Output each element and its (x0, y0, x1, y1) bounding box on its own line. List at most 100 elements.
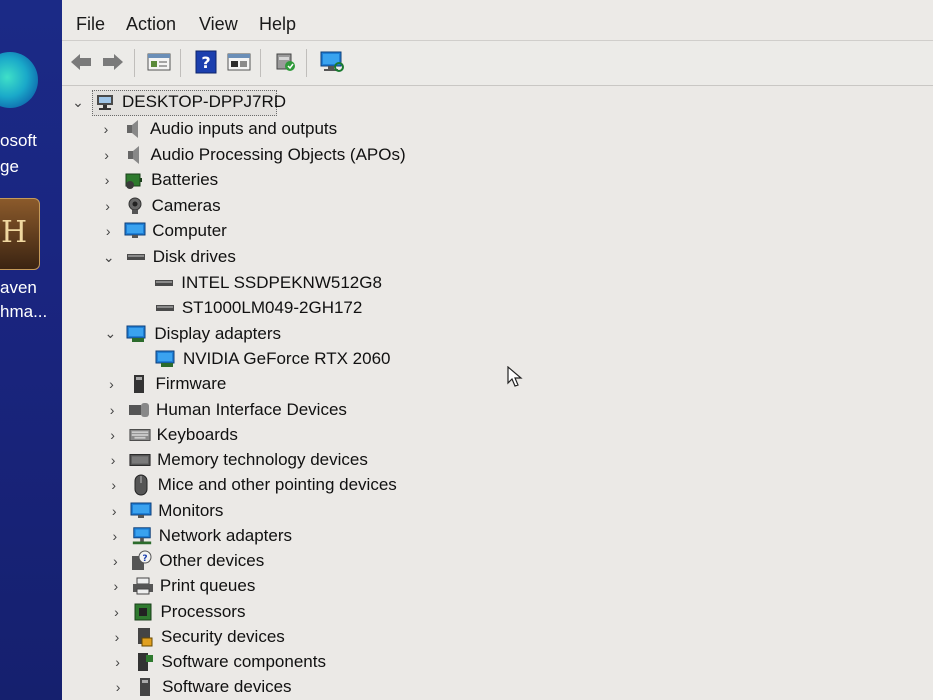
expand-chevron-icon[interactable]: › (105, 452, 121, 468)
memory-icon (129, 450, 151, 470)
expand-chevron-icon[interactable]: › (105, 427, 121, 443)
network-icon (131, 526, 153, 546)
desktop-background: osoft ge H aven hma... (0, 0, 62, 700)
tree-item-label: INTEL SSDPEKNW512G8 (181, 272, 382, 292)
help-icon[interactable]: ? (193, 49, 219, 75)
menu-bar: File Action View Help (62, 0, 933, 41)
tree-item-label: Network adapters (158, 525, 293, 545)
tree-item-label: Display adapters (154, 323, 282, 343)
forward-arrow-icon[interactable] (100, 49, 126, 75)
scan-hardware-icon[interactable] (319, 49, 345, 75)
display-adapter-icon (126, 324, 148, 344)
game-shortcut-icon[interactable]: H (0, 198, 40, 270)
tree-item-label: Memory technology devices (157, 450, 368, 470)
mouse-icon (130, 474, 152, 496)
device-manager-window: File Action View Help ? ⌄ DESKTOP-DPPJ7R… (62, 0, 933, 700)
collapse-chevron-icon[interactable]: ⌄ (70, 94, 86, 111)
desktop-icon-label: hma... (0, 302, 48, 321)
update-driver-icon[interactable] (272, 49, 298, 75)
hid-icon (128, 400, 150, 420)
tree-device-item[interactable]: INTEL SSDPEKNW512G8 (129, 271, 382, 295)
speaker-icon (122, 119, 144, 139)
software-component-icon (134, 652, 156, 672)
tree-category-item[interactable]: › Keyboards (105, 423, 238, 447)
tree-item-label: Software components (161, 652, 326, 672)
expand-chevron-icon[interactable]: › (104, 402, 120, 418)
expand-chevron-icon[interactable]: › (104, 376, 120, 392)
expand-chevron-icon[interactable]: › (99, 147, 115, 163)
security-icon (133, 627, 155, 647)
tree-item-label: Processors (160, 601, 246, 621)
expand-chevron-icon[interactable]: › (107, 553, 123, 569)
toolbar-separator (180, 49, 181, 77)
computer-icon (94, 92, 116, 112)
tree-category-item[interactable]: › Software devices (110, 675, 292, 699)
expand-chevron-icon[interactable]: › (110, 679, 126, 695)
tree-category-item[interactable]: › Processors (108, 600, 245, 624)
tree-category-item[interactable]: › Human Interface Devices (104, 398, 347, 422)
expand-chevron-icon[interactable]: › (98, 121, 114, 137)
monitor-icon (124, 221, 146, 241)
speaker-icon (123, 145, 145, 165)
tree-category-item[interactable]: › Cameras (100, 194, 220, 218)
tree-category-item[interactable]: › Memory technology devices (105, 448, 368, 472)
expand-chevron-icon[interactable]: › (100, 198, 116, 214)
desktop-icon-label: ge (0, 157, 19, 176)
tree-category-item[interactable]: › Batteries (99, 168, 218, 192)
tree-category-item[interactable]: › Audio Processing Objects (APOs) (99, 143, 406, 167)
expand-chevron-icon[interactable]: › (107, 528, 123, 544)
tree-category-item[interactable]: › Firmware (104, 372, 226, 396)
expand-chevron-icon[interactable]: › (106, 477, 122, 493)
tree-item-label: Monitors (158, 500, 224, 520)
tree-category-item[interactable]: › Software components (110, 650, 326, 674)
tree-category-item[interactable]: › Audio inputs and outputs (98, 117, 337, 141)
tree-category-item[interactable]: › Monitors (106, 499, 224, 523)
tree-item-label: Audio inputs and outputs (150, 119, 338, 138)
expand-chevron-icon[interactable]: › (108, 578, 124, 594)
tree-category-item[interactable]: › Security devices (109, 625, 285, 649)
mouse-cursor-icon (507, 365, 523, 393)
tree-item-label: Audio Processing Objects (APOs) (150, 144, 406, 164)
tree-category-item[interactable]: ›? Other devices (107, 549, 264, 573)
tree-root-label: DESKTOP-DPPJ7RD (122, 92, 287, 111)
tree-category-item[interactable]: › Network adapters (107, 524, 292, 548)
menu-view[interactable]: View (199, 14, 238, 35)
edge-browser-icon[interactable] (0, 52, 38, 108)
expand-chevron-icon[interactable]: › (108, 604, 124, 620)
tree-category-item[interactable]: ⌄ Disk drives (101, 245, 236, 269)
tree-item-label: NVIDIA GeForce RTX 2060 (182, 349, 391, 369)
expand-chevron-icon[interactable]: › (99, 172, 115, 188)
properties-icon[interactable] (146, 49, 172, 75)
processor-icon (132, 602, 154, 622)
keyboard-icon (129, 425, 151, 445)
menu-file[interactable]: File (76, 14, 105, 35)
tree-item-label: Software devices (162, 677, 292, 697)
camera-icon (124, 196, 146, 216)
expand-chevron-icon[interactable]: › (110, 654, 126, 670)
device-tree: ⌄ DESKTOP-DPPJ7RD › Audio inputs and outp… (62, 86, 933, 700)
tree-category-item[interactable]: ⌄ Display adapters (102, 322, 282, 346)
tree-item-label: Computer (152, 221, 227, 241)
collapse-chevron-icon[interactable]: ⌄ (102, 325, 118, 342)
monitor-icon (130, 501, 152, 521)
expand-chevron-icon[interactable]: › (106, 503, 122, 519)
menu-help[interactable]: Help (259, 14, 296, 35)
battery-icon (123, 170, 145, 190)
tree-item-label: Other devices (159, 551, 265, 571)
tree-root[interactable]: ⌄ DESKTOP-DPPJ7RD (70, 90, 286, 114)
tree-device-item[interactable]: ST1000LM049-2GH172 (130, 296, 362, 320)
expand-chevron-icon[interactable]: › (100, 223, 116, 239)
tree-item-label: Print queues (159, 576, 256, 596)
tree-category-item[interactable]: › Print queues (108, 574, 256, 598)
unknown-device-icon: ? (131, 550, 153, 571)
tree-category-item[interactable]: › Mice and other pointing devices (106, 473, 397, 497)
view-icon[interactable] (226, 49, 252, 75)
printer-icon (132, 576, 154, 596)
back-arrow-icon[interactable] (68, 49, 94, 75)
expand-chevron-icon[interactable]: › (109, 629, 125, 645)
tree-category-item[interactable]: › Computer (100, 219, 227, 243)
tree-device-item[interactable]: NVIDIA GeForce RTX 2060 (131, 347, 391, 371)
menu-action[interactable]: Action (126, 14, 176, 35)
collapse-chevron-icon[interactable]: ⌄ (101, 249, 117, 266)
desktop-icon-label: osoft (0, 131, 37, 150)
